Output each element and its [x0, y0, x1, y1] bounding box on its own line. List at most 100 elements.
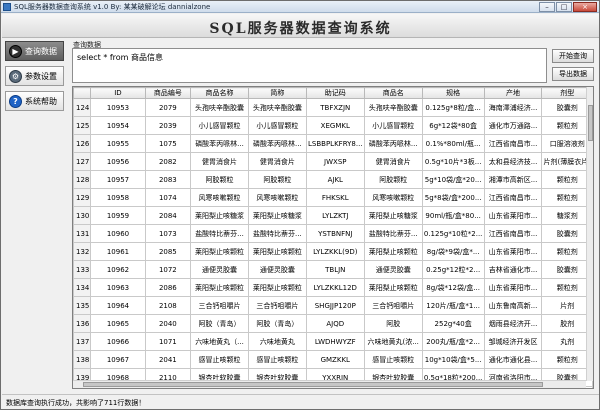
table-cell[interactable]: 2082: [144, 152, 192, 171]
column-header[interactable]: 商品编号: [144, 87, 192, 99]
table-cell[interactable]: 吉林省通化市...: [483, 260, 543, 279]
table-cell[interactable]: 太和县经济技...: [483, 152, 543, 171]
table-cell[interactable]: 颗粒剂: [541, 242, 593, 261]
table-cell[interactable]: 通便灵胶囊: [190, 260, 249, 279]
maximize-button[interactable]: □: [556, 2, 572, 12]
table-cell[interactable]: 磷酸苯丙哌林...: [363, 134, 423, 153]
table-cell[interactable]: 风寒咳嗽颗粒: [247, 188, 307, 207]
table-cell[interactable]: 5g*10袋/盒*20...: [421, 170, 485, 189]
close-button[interactable]: ×: [573, 2, 597, 12]
table-cell[interactable]: 10965: [90, 314, 146, 333]
table-cell[interactable]: 1072: [144, 260, 192, 279]
column-header[interactable]: [73, 87, 92, 99]
horizontal-scroll-thumb[interactable]: [83, 382, 543, 387]
sidebar-item-help[interactable]: ? 系统帮助: [5, 91, 64, 111]
table-cell[interactable]: SHGJJP120P: [305, 296, 365, 315]
table-cell[interactable]: 2085: [144, 242, 192, 261]
row-number[interactable]: 131: [73, 224, 92, 243]
table-cell[interactable]: GMZKKL: [305, 350, 365, 369]
table-cell[interactable]: 阿胶: [363, 314, 423, 333]
table-cell[interactable]: 江西省南昌市...: [483, 134, 543, 153]
start-query-button[interactable]: 开始查询: [552, 49, 594, 63]
table-cell[interactable]: 10963: [90, 278, 146, 297]
table-cell[interactable]: 莱阳梨止咳颗粒: [363, 278, 423, 297]
table-cell[interactable]: 山东省莱阳市...: [483, 206, 543, 225]
table-cell[interactable]: 磷酸苯丙哌林...: [247, 134, 307, 153]
row-number[interactable]: 127: [73, 152, 92, 171]
table-row[interactable]: 131 10960 1073 盐酸特比萘芬... 盐酸特比萘芬... YSTBNFNJ 盐酸…: [73, 224, 593, 243]
table-cell[interactable]: 口服溶液剂: [541, 134, 593, 153]
table-cell[interactable]: 5g*8袋/盒*200...: [421, 188, 485, 207]
table-cell[interactable]: LYLZKKL12D: [305, 278, 365, 297]
table-row[interactable]: 124 10953 2079 头孢呋辛酯胶囊 头孢呋辛酯胶囊 TBFXZJN 头孢呋辛酯胶囊…: [73, 98, 593, 117]
table-cell[interactable]: 感冒止咳颗粒: [190, 350, 249, 369]
table-cell[interactable]: 小儿感冒颗粒: [363, 116, 423, 135]
table-cell[interactable]: 2041: [144, 350, 192, 369]
table-cell[interactable]: 0.25g*12粒*2...: [421, 260, 485, 279]
minimize-button[interactable]: –: [539, 2, 555, 12]
column-header[interactable]: 规格: [421, 87, 485, 99]
table-cell[interactable]: 8g/袋*9袋/盒*...: [421, 242, 485, 261]
row-number[interactable]: 128: [73, 170, 92, 189]
table-cell[interactable]: 六味地黄丸(浓...: [363, 332, 423, 351]
sidebar-item-settings[interactable]: ⚙ 参数设置: [5, 66, 64, 86]
table-cell[interactable]: 2084: [144, 206, 192, 225]
results-grid[interactable]: ID 商品编号 商品名称 简称 助记码 商品名 规格 产地 剂型 124 1095…: [72, 86, 594, 389]
row-number[interactable]: 133: [73, 260, 92, 279]
table-cell[interactable]: 颗粒剂: [541, 188, 593, 207]
row-number[interactable]: 124: [73, 98, 92, 117]
table-cell[interactable]: 10962: [90, 260, 146, 279]
table-cell[interactable]: 阿胶（青岛）: [190, 314, 249, 333]
table-cell[interactable]: 10966: [90, 332, 146, 351]
table-cell[interactable]: 片剂(薄膜衣片): [541, 152, 593, 171]
table-cell[interactable]: 小儿感冒颗粒: [247, 116, 307, 135]
table-cell[interactable]: 胶囊剂: [541, 260, 593, 279]
table-cell[interactable]: 感冒止咳颗粒: [363, 350, 423, 369]
table-cell[interactable]: 阿胶颗粒: [363, 170, 423, 189]
table-cell[interactable]: 颗粒剂: [541, 170, 593, 189]
row-number[interactable]: 134: [73, 278, 92, 297]
table-cell[interactable]: LYLZKKL(9D): [305, 242, 365, 261]
table-cell[interactable]: 莱阳梨止咳糖浆: [363, 206, 423, 225]
table-cell[interactable]: 8g/袋*12袋/盒...: [421, 278, 485, 297]
table-cell[interactable]: 三合钙咀嚼片: [247, 296, 307, 315]
table-cell[interactable]: 10957: [90, 170, 146, 189]
table-cell[interactable]: 湘潭市高新区...: [483, 170, 543, 189]
table-cell[interactable]: 小儿感冒颗粒: [190, 116, 249, 135]
table-cell[interactable]: JWXSP: [305, 152, 365, 171]
table-cell[interactable]: 10958: [90, 188, 146, 207]
table-cell[interactable]: LYLZKTJ: [305, 206, 365, 225]
table-cell[interactable]: LWDHWYZF: [305, 332, 365, 351]
table-cell[interactable]: 盐酸特比萘芬...: [363, 224, 423, 243]
table-cell[interactable]: 10959: [90, 206, 146, 225]
table-cell[interactable]: 1074: [144, 188, 192, 207]
table-cell[interactable]: 2040: [144, 314, 192, 333]
vertical-scroll-thumb[interactable]: [588, 105, 593, 141]
table-cell[interactable]: 片剂: [541, 296, 593, 315]
row-number[interactable]: 136: [73, 314, 92, 333]
table-row[interactable]: 136 10965 2040 阿胶（青岛） 阿胶（青岛） AJQD 阿胶 252g*40盒 烟雨…: [73, 314, 593, 333]
table-cell[interactable]: 2079: [144, 98, 192, 117]
table-cell[interactable]: 2039: [144, 116, 192, 135]
table-cell[interactable]: 丸剂: [541, 332, 593, 351]
table-cell[interactable]: 0.125g*10粒*2...: [421, 224, 485, 243]
table-row[interactable]: 132 10961 2085 莱阳梨止咳颗粒 莱阳梨止咳颗粒 LYLZKKL(9D) 莱阳梨…: [73, 242, 593, 261]
sql-input[interactable]: select * from 商品信息: [72, 48, 547, 83]
table-cell[interactable]: 感冒止咳颗粒: [247, 350, 307, 369]
table-cell[interactable]: 阿胶颗粒: [247, 170, 307, 189]
table-cell[interactable]: 10954: [90, 116, 146, 135]
table-row[interactable]: 130 10959 2084 莱阳梨止咳糖浆 莱阳梨止咳糖浆 LYLZKTJ 莱阳梨止咳糖浆…: [73, 206, 593, 225]
table-cell[interactable]: 0.1%*80ml/瓶...: [421, 134, 485, 153]
table-row[interactable]: 135 10964 2108 三合钙咀嚼片 三合钙咀嚼片 SHGJJP120P 三合钙咀嚼片…: [73, 296, 593, 315]
table-row[interactable]: 126 10955 1075 磷酸苯丙哌林... 磷酸苯丙哌林... LSBBPLKFRY…: [73, 134, 593, 153]
table-row[interactable]: 128 10957 2083 阿胶颗粒 阿胶颗粒 AJKL 阿胶颗粒 5g*10袋/盒*20.…: [73, 170, 593, 189]
table-cell[interactable]: 胶囊剂: [541, 224, 593, 243]
table-cell[interactable]: 2083: [144, 170, 192, 189]
horizontal-scrollbar[interactable]: [73, 380, 586, 388]
table-cell[interactable]: 10955: [90, 134, 146, 153]
row-number[interactable]: 132: [73, 242, 92, 261]
table-cell[interactable]: 2108: [144, 296, 192, 315]
table-cell[interactable]: XEGMKL: [305, 116, 365, 135]
table-cell[interactable]: 颗粒剂: [541, 278, 593, 297]
table-cell[interactable]: AJKL: [305, 170, 365, 189]
